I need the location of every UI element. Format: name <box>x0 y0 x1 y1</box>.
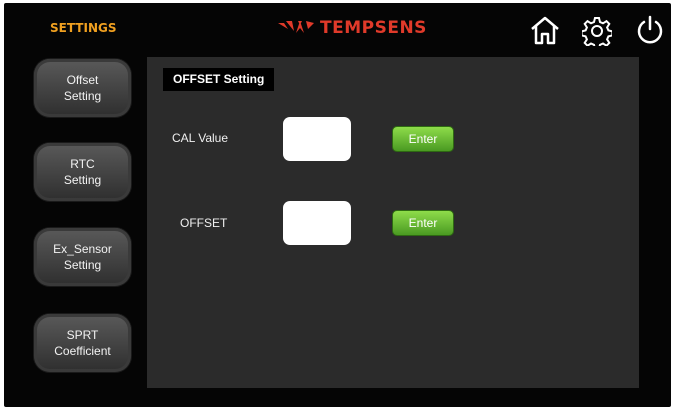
gear-icon[interactable] <box>582 16 612 46</box>
offset-label: OFFSET <box>180 216 228 230</box>
section-title: SETTINGS <box>50 21 117 35</box>
sidebar-item-rtc-setting[interactable]: RTC Setting <box>34 143 131 201</box>
sidebar-item-label: SPRT <box>66 328 99 342</box>
sidebar-item-ex-sensor-setting[interactable]: Ex_Sensor Setting <box>34 228 131 286</box>
power-icon[interactable] <box>634 14 666 46</box>
sidebar-item-label: Setting <box>63 173 102 187</box>
sidebar-item-label: Offset <box>66 73 99 87</box>
sidebar-item-label: Setting <box>63 258 102 272</box>
sidebar-item-label: Setting <box>63 89 102 103</box>
offset-enter-button[interactable]: Enter <box>392 210 454 236</box>
brand-logo: TEMPSENS <box>276 18 427 38</box>
sidebar-item-label: RTC <box>70 157 95 171</box>
panel-title: OFFSET Setting <box>163 68 275 91</box>
cal-value-input[interactable] <box>283 117 351 161</box>
brand-name: TEMPSENS <box>320 18 427 38</box>
brand-mark-icon <box>278 21 314 33</box>
sidebar-item-sprt-coefficient[interactable]: SPRT Coefficient <box>34 314 131 372</box>
sidebar-item-label: Ex_Sensor <box>53 242 112 256</box>
home-icon[interactable] <box>528 14 562 46</box>
sidebar-item-offset-setting[interactable]: Offset Setting <box>34 59 131 117</box>
cal-value-label: CAL Value <box>172 131 229 145</box>
offset-input[interactable] <box>283 201 351 245</box>
cal-value-enter-button[interactable]: Enter <box>392 126 454 152</box>
sidebar-item-label: Coefficient <box>54 344 111 358</box>
